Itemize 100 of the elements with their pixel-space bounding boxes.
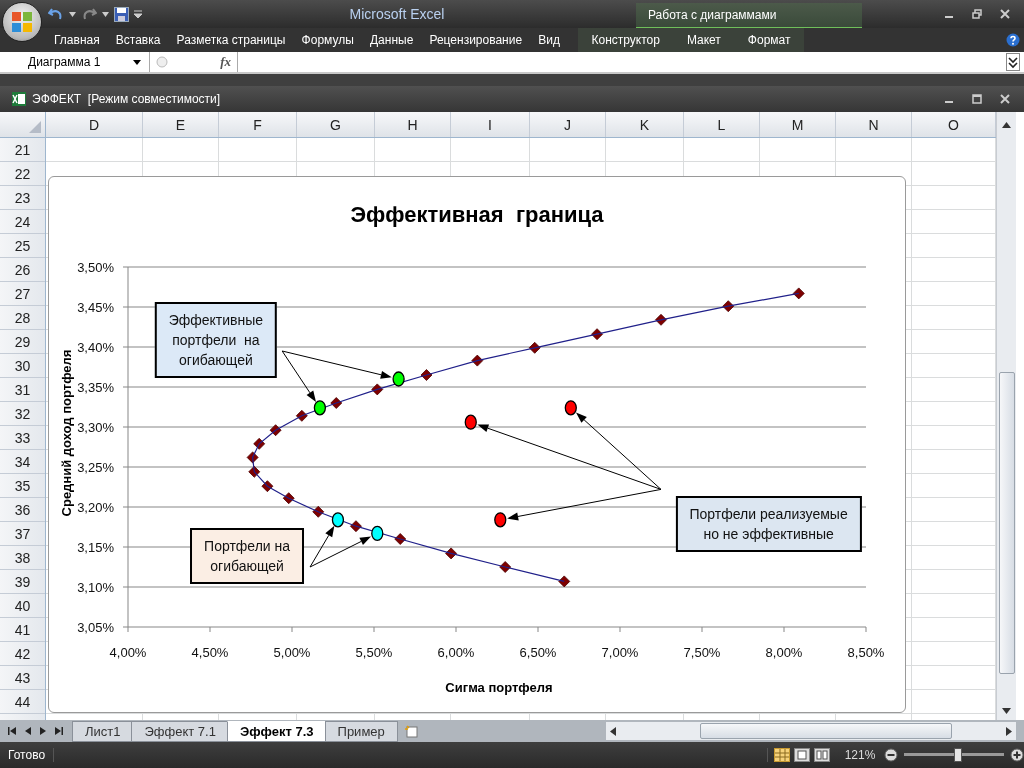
page-layout-icon[interactable] — [794, 748, 810, 762]
tick-label: 5,00% — [273, 645, 311, 660]
tick-label: 5,50% — [355, 645, 393, 660]
scroll-right-icon[interactable] — [1006, 726, 1012, 736]
column-header[interactable]: I — [451, 112, 530, 137]
ribbon-tab[interactable]: Конструктор — [587, 33, 664, 47]
insert-sheet-icon[interactable] — [403, 724, 420, 738]
tick-label: 7,50% — [683, 645, 721, 660]
column-header[interactable]: J — [530, 112, 606, 137]
axis-title: Сигма портфеля — [445, 680, 553, 695]
column-header[interactable]: H — [375, 112, 451, 137]
row-header[interactable]: 38 — [0, 546, 45, 570]
maximize-icon[interactable] — [972, 94, 982, 104]
chart-area[interactable] — [48, 176, 906, 713]
tick-label: 3,10% — [77, 580, 114, 595]
row-header[interactable]: 31 — [0, 378, 45, 402]
column-header[interactable]: F — [219, 112, 297, 137]
workbook-title: ЭФФЕКТ [Режим совместимости] — [32, 92, 221, 106]
ribbon-tab[interactable]: Главная — [50, 33, 104, 47]
zoom-in-icon[interactable] — [1010, 748, 1024, 762]
status-text: Готово — [0, 748, 55, 762]
ribbon-tab[interactable]: Вставка — [111, 33, 165, 47]
tick-label: 3,35% — [77, 380, 114, 395]
row-header[interactable]: 29 — [0, 330, 45, 354]
row-header[interactable]: 43 — [0, 666, 45, 690]
row-header[interactable]: 36 — [0, 498, 45, 522]
row-header[interactable]: 28 — [0, 306, 45, 330]
ribbon-tab[interactable]: Данные — [365, 33, 418, 47]
column-header[interactable]: E — [143, 112, 219, 137]
column-header[interactable]: D — [46, 112, 143, 137]
slider-thumb[interactable] — [954, 748, 962, 762]
row-header[interactable]: 44 — [0, 690, 45, 714]
previous-sheet-icon[interactable] — [25, 727, 31, 735]
row-header[interactable]: 40 — [0, 594, 45, 618]
row-header[interactable]: 42 — [0, 642, 45, 666]
name-box[interactable]: Диаграмма 1 — [0, 52, 150, 72]
next-sheet-icon[interactable] — [40, 727, 46, 735]
redo-icon[interactable] — [81, 6, 97, 22]
row-header[interactable]: 33 — [0, 426, 45, 450]
restore-icon[interactable] — [972, 9, 982, 19]
scroll-left-icon[interactable] — [610, 726, 616, 736]
ribbon-tab[interactable]: Разметка страницы — [172, 33, 290, 47]
row-header[interactable]: 35 — [0, 474, 45, 498]
column-header[interactable]: N — [836, 112, 912, 137]
tick-label: 8,50% — [847, 645, 885, 660]
scroll-down-icon[interactable] — [1002, 708, 1011, 714]
row-header[interactable]: 21 — [0, 138, 45, 162]
ribbon-tab[interactable]: Вид — [534, 33, 564, 47]
caret-icon[interactable] — [133, 59, 141, 65]
tick-label: 3,30% — [77, 420, 114, 435]
save-icon[interactable] — [114, 6, 129, 22]
close-icon[interactable] — [1000, 9, 1010, 19]
row-header[interactable]: 32 — [0, 402, 45, 426]
column-header[interactable]: M — [760, 112, 836, 137]
help-icon[interactable] — [1006, 33, 1020, 47]
scrollbar-thumb[interactable] — [700, 723, 952, 739]
sheet-tab[interactable]: Эффект 7.1 — [131, 720, 229, 742]
ribbon-tab[interactable]: Формулы — [297, 33, 358, 47]
caret-icon[interactable] — [102, 11, 109, 17]
row-header[interactable]: 24 — [0, 210, 45, 234]
column-header[interactable]: K — [606, 112, 684, 137]
callout: Портфели реализуемые но не эффективные — [675, 496, 862, 552]
last-sheet-icon[interactable] — [55, 727, 63, 735]
customize-icon[interactable] — [134, 9, 142, 19]
scroll-up-icon[interactable] — [1002, 122, 1011, 128]
close-icon[interactable] — [1000, 94, 1010, 104]
row-header[interactable]: 41 — [0, 618, 45, 642]
caret-icon[interactable] — [69, 11, 76, 17]
horizontal-scrollbar[interactable] — [606, 722, 1016, 740]
row-header[interactable]: 23 — [0, 186, 45, 210]
first-sheet-icon[interactable] — [8, 727, 16, 735]
scrollbar-thumb[interactable] — [998, 372, 1015, 674]
insert-function-button[interactable]: fx — [220, 54, 231, 70]
row-header[interactable]: 37 — [0, 522, 45, 546]
row-header[interactable]: 39 — [0, 570, 45, 594]
row-header[interactable]: 34 — [0, 450, 45, 474]
row-header[interactable]: 25 — [0, 234, 45, 258]
row-header[interactable]: 30 — [0, 354, 45, 378]
ribbon-tab[interactable]: Рецензирование — [425, 33, 527, 47]
axis-title: Средний доход портфеля — [59, 349, 74, 517]
sheet-tab[interactable]: Пример — [324, 720, 398, 742]
zoom-level[interactable]: 121% — [842, 748, 878, 762]
excel-icon — [12, 92, 26, 106]
row-header[interactable]: 26 — [0, 258, 45, 282]
grip-icon[interactable] — [156, 55, 168, 69]
column-header[interactable]: L — [684, 112, 760, 137]
undo-icon[interactable] — [48, 6, 64, 22]
expand-icon[interactable] — [1006, 53, 1020, 71]
column-header[interactable]: G — [297, 112, 375, 137]
zoom-out-icon[interactable] — [884, 748, 898, 762]
row-header[interactable]: 27 — [0, 282, 45, 306]
sheet-tab[interactable]: Эффект 7.3 — [226, 720, 327, 742]
tick-label: 3,25% — [77, 460, 114, 475]
sheet-tab[interactable]: Лист1 — [72, 720, 134, 742]
ribbon-tab[interactable]: Макет — [682, 33, 725, 47]
ribbon-tab[interactable]: Формат — [743, 33, 795, 47]
row-header[interactable]: 22 — [0, 162, 45, 186]
page-break-icon[interactable] — [814, 748, 830, 762]
logo-icon — [11, 11, 33, 33]
vertical-scrollbar[interactable] — [996, 112, 1016, 720]
